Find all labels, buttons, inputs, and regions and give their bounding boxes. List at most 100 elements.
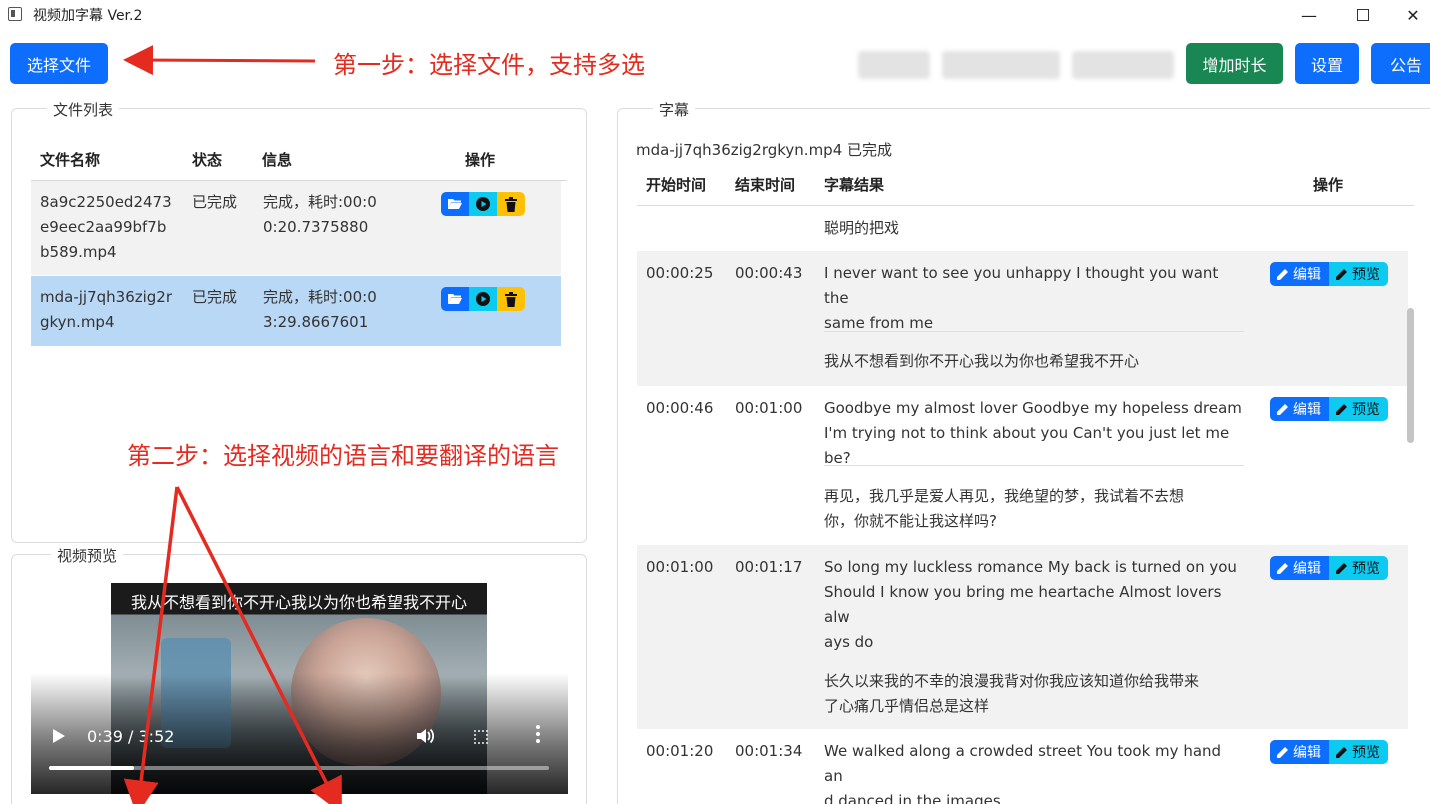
- col-file-name: 文件名称: [40, 151, 101, 169]
- col-subtitle-actions: 操作: [1313, 176, 1344, 194]
- open-folder-button[interactable]: [441, 192, 469, 216]
- col-subtitle-result: 字幕结果: [824, 176, 885, 194]
- select-files-button[interactable]: 选择文件: [10, 43, 108, 84]
- edit-button[interactable]: 编辑: [1270, 262, 1329, 286]
- delete-button[interactable]: [497, 192, 525, 216]
- subtitle-actions: 编辑 预览: [1270, 740, 1388, 764]
- folder-open-icon: [448, 294, 462, 304]
- more-options-icon[interactable]: [536, 725, 542, 746]
- pencil-icon: [1277, 562, 1288, 574]
- subtitle-row[interactable]: 00:00:25 00:00:43 I never want to see yo…: [637, 251, 1408, 386]
- step2-annotation: 第二步：选择视频的语言和要翻译的语言: [127, 442, 559, 470]
- subtitles-scrollbar[interactable]: [1407, 308, 1414, 443]
- subtitle-translation: 我从不想看到你不开心我以为你也希望我不开心: [824, 352, 1140, 370]
- delete-button[interactable]: [497, 287, 525, 311]
- subtitles-legend: 字幕: [653, 99, 696, 120]
- file-list-legend: 文件列表: [47, 99, 120, 120]
- col-end-time: 结束时间: [735, 176, 796, 194]
- subtitle-original: So long my luckless romance My back is t…: [824, 558, 1237, 651]
- blurred-info-3: [1072, 51, 1174, 79]
- file-status: 已完成: [192, 193, 238, 211]
- pencil-icon: [1277, 746, 1288, 758]
- pencil-icon: [1336, 403, 1347, 415]
- open-folder-button[interactable]: [441, 287, 469, 311]
- subtitle-original: We walked along a crowded street You too…: [824, 742, 1222, 804]
- subtitle-end: 00:01:00: [735, 399, 803, 417]
- video-time: 0:39 / 3:52: [87, 727, 175, 746]
- pencil-icon: [1336, 746, 1347, 758]
- pencil-icon: [1336, 268, 1347, 280]
- add-time-button[interactable]: 增加时长: [1186, 43, 1283, 84]
- file-actions: [441, 287, 525, 311]
- subtitle-start: 00:00:46: [646, 399, 714, 417]
- file-name: mda-jj7qh36zig2r gkyn.mp4: [40, 288, 173, 331]
- col-status: 状态: [192, 151, 223, 169]
- edit-button[interactable]: 编辑: [1270, 556, 1329, 580]
- file-info: 完成，耗时:00:0 0:20.7375880: [263, 193, 377, 236]
- video-play-icon[interactable]: [53, 729, 65, 743]
- blurred-info-1: [858, 51, 930, 79]
- subtitle-translation: 聪明的把戏: [824, 219, 900, 237]
- col-actions: 操作: [465, 151, 496, 169]
- pencil-icon: [1277, 268, 1288, 280]
- maximize-button[interactable]: [1340, 0, 1386, 30]
- subtitle-row[interactable]: 00:00:46 00:01:00 Goodbye my almost love…: [637, 386, 1408, 545]
- folder-open-icon: [448, 199, 462, 209]
- subtitle-start: 00:01:20: [646, 742, 714, 760]
- notice-button[interactable]: 公告: [1371, 43, 1430, 84]
- step1-arrow: [123, 45, 316, 76]
- settings-button[interactable]: 设置: [1295, 43, 1359, 84]
- file-row-selected[interactable]: mda-jj7qh36zig2r gkyn.mp4 已完成 完成，耗时:00:0…: [31, 276, 561, 346]
- preview-button[interactable]: 预览: [1329, 397, 1388, 421]
- play-button[interactable]: [469, 287, 497, 311]
- subtitle-actions: 编辑 预览: [1270, 397, 1388, 421]
- subtitle-row-partial[interactable]: 聪明的把戏: [637, 206, 1408, 250]
- play-circle-icon: [476, 197, 490, 211]
- subtitle-end: 00:01:17: [735, 558, 803, 576]
- volume-icon[interactable]: [415, 727, 435, 749]
- play-circle-icon: [476, 292, 490, 306]
- subtitle-start: 00:01:00: [646, 558, 714, 576]
- subtitle-row[interactable]: 00:01:20 00:01:34 We walked along a crow…: [637, 729, 1408, 804]
- subtitles-file-status: mda-jj7qh36zig2rgkyn.mp4 已完成: [636, 141, 893, 159]
- app-icon: [8, 7, 22, 21]
- video-subtitle: 我从不想看到你不开心我以为你也希望我不开心: [130, 593, 467, 612]
- pencil-icon: [1277, 403, 1288, 415]
- close-button[interactable]: ✕: [1390, 0, 1430, 30]
- trash-icon: [505, 291, 517, 307]
- minimize-button[interactable]: —: [1286, 0, 1332, 30]
- edit-button[interactable]: 编辑: [1270, 740, 1329, 764]
- subtitle-translation: 再见，我几乎是爱人再见，我绝望的梦，我试着不去想 你，你就不能让我这样吗?: [824, 487, 1185, 530]
- preview-button[interactable]: 预览: [1329, 262, 1388, 286]
- edit-button[interactable]: 编辑: [1270, 397, 1329, 421]
- col-start-time: 开始时间: [646, 176, 707, 194]
- window-title: 视频加字幕 Ver.2: [33, 8, 143, 24]
- step1-annotation: 第一步：选择文件，支持多选: [333, 51, 645, 79]
- pencil-icon: [1336, 562, 1347, 574]
- video-seek-progress: [49, 766, 134, 770]
- file-info: 完成，耗时:00:0 3:29.8667601: [263, 288, 377, 331]
- preview-button[interactable]: 预览: [1329, 556, 1388, 580]
- video-player[interactable]: 我从不想看到你不开心我以为你也希望我不开心 0:39 / 3:52: [31, 583, 568, 794]
- file-row[interactable]: 8a9c2250ed2473 e9eec2aa99bf7b b589.mp4 已…: [31, 181, 561, 275]
- subtitle-start: 00:00:25: [646, 264, 714, 282]
- file-actions: [441, 192, 525, 216]
- file-status: 已完成: [192, 288, 238, 306]
- subtitle-actions: 编辑 预览: [1270, 556, 1388, 580]
- subtitle-translation: 长久以来我的不幸的浪漫我背对你我应该知道你给我带来 了心痛几乎情侣总是这样: [824, 672, 1200, 715]
- play-button[interactable]: [469, 192, 497, 216]
- video-preview-legend: 视频预览: [51, 545, 124, 566]
- subtitle-original: I never want to see you unhappy I though…: [824, 264, 1219, 332]
- video-seek-bar[interactable]: [49, 766, 549, 770]
- fullscreen-icon[interactable]: [474, 730, 488, 744]
- file-name: 8a9c2250ed2473 e9eec2aa99bf7b b589.mp4: [40, 193, 172, 261]
- maximize-icon: [1357, 9, 1369, 21]
- subtitle-original: Goodbye my almost lover Goodbye my hopel…: [824, 399, 1242, 467]
- blurred-info-2: [942, 51, 1060, 79]
- trash-icon: [505, 196, 517, 212]
- subtitle-row[interactable]: 00:01:00 00:01:17 So long my luckless ro…: [637, 545, 1408, 729]
- col-info: 信息: [262, 151, 293, 169]
- title-bar: 视频加字幕 Ver.2 — ✕: [0, 0, 1430, 30]
- preview-button[interactable]: 预览: [1329, 740, 1388, 764]
- subtitle-end: 00:01:34: [735, 742, 803, 760]
